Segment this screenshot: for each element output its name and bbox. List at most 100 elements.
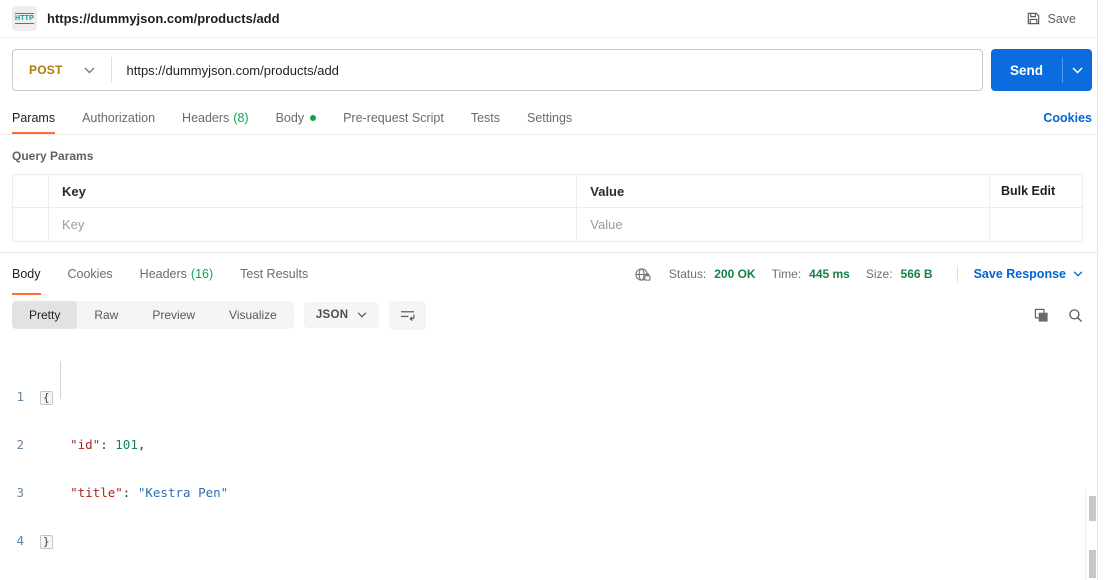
query-params-table: Key Value Bulk Edit: [12, 174, 1083, 242]
view-mode-raw[interactable]: Raw: [77, 301, 135, 329]
status-value[interactable]: 200 OK: [714, 267, 755, 281]
save-button[interactable]: Save: [1026, 11, 1077, 26]
request-body-empty-area: [0, 242, 1106, 252]
fold-guide-line: [60, 361, 61, 399]
request-tab-bar: HTTP https://dummyjson.com/products/add …: [0, 0, 1106, 38]
network-globe-lock-icon[interactable]: [634, 267, 651, 282]
json-value-title: "Kestra Pen": [138, 485, 228, 500]
url-box: POST: [12, 49, 983, 91]
response-tool-icons: [1034, 308, 1083, 323]
response-header: Body Cookies Headers (16) Test Results: [0, 253, 1106, 295]
size-label: Size:: [866, 267, 893, 281]
headers-count-badge: (8): [233, 111, 248, 125]
line-number-4[interactable]: 4: [0, 532, 40, 550]
language-selector-label: JSON: [316, 309, 349, 321]
right-sidebar-rail: [1097, 0, 1106, 580]
code-line-1: 1 {: [0, 388, 1106, 406]
fold-toggle-open[interactable]: {: [40, 391, 53, 405]
save-response-label: Save Response: [974, 267, 1066, 281]
chevron-down-icon: [84, 67, 95, 74]
request-url-row: POST Send: [0, 38, 1106, 102]
meta-divider: [957, 266, 958, 282]
tab-headers-label: Headers: [182, 111, 229, 125]
row-actions-cell: [990, 208, 1082, 241]
send-options-button[interactable]: [1063, 49, 1092, 91]
response-tab-headers[interactable]: Headers (16): [140, 253, 213, 295]
wrap-text-icon: [400, 309, 415, 322]
json-key-title: "title": [70, 485, 123, 500]
tab-pre-request-script[interactable]: Pre-request Script: [343, 102, 444, 134]
line-number-2[interactable]: 2: [0, 436, 40, 454]
code-scrollbar-gutter: [1085, 490, 1086, 580]
tab-body[interactable]: Body: [276, 102, 317, 134]
tab-params[interactable]: Params: [12, 102, 55, 134]
method-selector[interactable]: POST: [13, 63, 111, 77]
tab-headers[interactable]: Headers (8): [182, 102, 249, 134]
bulk-edit-button[interactable]: Bulk Edit: [990, 175, 1082, 208]
response-tab-cookies-label: Cookies: [68, 267, 113, 281]
method-label: POST: [29, 63, 62, 77]
query-params-section: Query Params Key Value Bulk Edit: [0, 135, 1106, 242]
language-selector[interactable]: JSON: [304, 302, 380, 328]
response-section: Body Cookies Headers (16) Test Results: [0, 252, 1106, 580]
tab-settings[interactable]: Settings: [527, 102, 572, 134]
response-tab-body[interactable]: Body: [12, 253, 41, 295]
query-params-title: Query Params: [12, 149, 1083, 163]
time-value[interactable]: 445 ms: [809, 267, 850, 281]
search-icon[interactable]: [1068, 308, 1083, 323]
request-tab-title[interactable]: https://dummyjson.com/products/add: [47, 11, 280, 26]
tab-authorization-label: Authorization: [82, 111, 155, 125]
code-line-4: 4 }: [0, 532, 1106, 550]
view-mode-preview[interactable]: Preview: [135, 301, 212, 329]
response-tab-test-results-label: Test Results: [240, 267, 308, 281]
tab-pre-request-script-label: Pre-request Script: [343, 111, 444, 125]
line-number-1[interactable]: 1: [0, 388, 40, 406]
value-column-header: Value: [577, 175, 990, 208]
response-tab-headers-label: Headers: [140, 267, 187, 281]
body-modified-dot: [310, 115, 316, 121]
code-scrollbar-thumb[interactable]: [1089, 496, 1096, 521]
cookies-link[interactable]: Cookies: [1043, 102, 1092, 134]
url-input[interactable]: [112, 63, 982, 78]
response-body-viewer[interactable]: 1 { 2 "id": 101, 3 "title": "Kestra Pen"…: [0, 335, 1106, 580]
value-input[interactable]: [590, 217, 976, 232]
response-tab-body-label: Body: [12, 267, 41, 281]
response-toolbar: Pretty Raw Preview Visualize JSON: [0, 295, 1106, 335]
fold-toggle-close[interactable]: }: [40, 535, 53, 549]
json-key-id: "id": [70, 437, 100, 452]
tab-settings-label: Settings: [527, 111, 572, 125]
tab-authorization[interactable]: Authorization: [82, 102, 155, 134]
page-scrollbar-thumb[interactable]: [1089, 550, 1096, 578]
save-button-label: Save: [1048, 12, 1077, 26]
wrap-text-button[interactable]: [389, 301, 426, 330]
code-line-3: 3 "title": "Kestra Pen": [0, 484, 1106, 502]
key-input[interactable]: [62, 217, 563, 232]
response-tab-test-results[interactable]: Test Results: [240, 253, 308, 295]
response-tab-cookies[interactable]: Cookies: [68, 253, 113, 295]
send-button-label[interactable]: Send: [991, 49, 1062, 91]
save-response-button[interactable]: Save Response: [974, 267, 1083, 281]
copy-icon[interactable]: [1034, 308, 1049, 323]
tab-body-label: Body: [276, 111, 305, 125]
send-button[interactable]: Send: [991, 49, 1092, 91]
code-line-2: 2 "id": 101,: [0, 436, 1106, 454]
key-input-cell: [49, 208, 577, 241]
http-icon-label: HTTP: [15, 13, 34, 24]
row-select-cell[interactable]: [13, 208, 49, 241]
response-headers-count-badge: (16): [191, 267, 213, 281]
size-value[interactable]: 566 B: [901, 267, 933, 281]
status-label: Status:: [669, 267, 706, 281]
view-mode-switcher: Pretty Raw Preview Visualize: [12, 301, 294, 329]
view-mode-visualize[interactable]: Visualize: [212, 301, 294, 329]
floppy-save-icon: [1026, 11, 1041, 26]
tab-tests[interactable]: Tests: [471, 102, 500, 134]
tab-params-label: Params: [12, 111, 55, 125]
key-column-header: Key: [49, 175, 577, 208]
select-column-header: [13, 175, 49, 208]
view-mode-pretty[interactable]: Pretty: [12, 301, 77, 329]
app-window: HTTP https://dummyjson.com/products/add …: [0, 0, 1106, 580]
http-request-icon: HTTP: [12, 6, 37, 31]
value-input-cell: [577, 208, 990, 241]
line-number-3[interactable]: 3: [0, 484, 40, 502]
request-tabs: Params Authorization Headers (8) Body Pr…: [0, 102, 1106, 135]
